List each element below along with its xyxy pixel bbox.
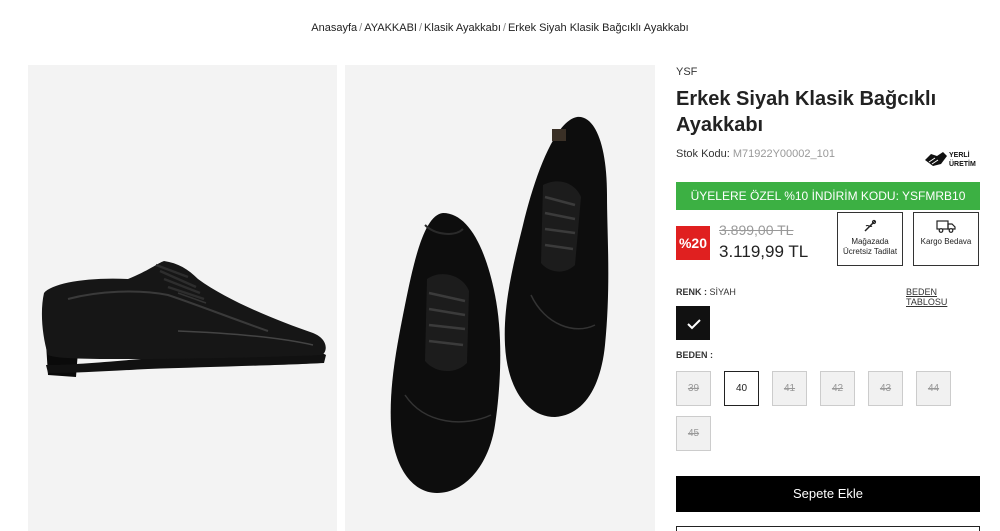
- checkmark-icon: [687, 319, 701, 330]
- product-title: Erkek Siyah Klasik Bağcıklı Ayakkabı: [676, 88, 937, 136]
- breadcrumb-shoes[interactable]: AYAKKABI: [364, 22, 417, 34]
- size-label: BEDEN :: [676, 350, 714, 360]
- breadcrumb-home[interactable]: Anasayfa: [311, 22, 357, 34]
- free-alteration-box: Mağazada Ücretsiz Tadilat: [837, 212, 903, 266]
- stock-code-row: Stok Kodu: M71922Y00002_101: [676, 148, 835, 160]
- size-table-link[interactable]: BEDEN TABLOSU: [906, 287, 980, 307]
- member-discount-banner: ÜYELERE ÖZEL %10 İNDİRİM KODU: YSFMRB10: [676, 182, 980, 210]
- add-to-cart-button[interactable]: Sepete Ekle: [676, 476, 980, 512]
- handshake-icon: YERLİ ÜRETİM: [925, 151, 976, 168]
- size-option-39[interactable]: 39: [676, 371, 711, 406]
- free-shipping-label: Kargo Bedava: [920, 237, 972, 246]
- color-value: SİYAH: [709, 287, 736, 297]
- local-production-badge: YERLİ ÜRETİM: [923, 146, 979, 170]
- product-brand[interactable]: YSF: [676, 66, 697, 78]
- local-badge-line1: YERLİ: [949, 151, 970, 159]
- free-shipping-box: Kargo Bedava: [913, 212, 979, 266]
- breadcrumb-separator: /: [359, 22, 363, 34]
- shoe-side-image: [41, 261, 326, 377]
- discount-badge: %20: [676, 226, 710, 260]
- size-option-41[interactable]: 41: [772, 371, 807, 406]
- breadcrumb-classic-shoes[interactable]: Klasik Ayakkabı: [424, 22, 501, 34]
- free-alteration-line1: Mağazada: [851, 237, 889, 246]
- free-alteration-line2: Ücretsiz Tadilat: [842, 247, 898, 256]
- breadcrumb-separator: /: [418, 22, 423, 34]
- local-badge-line2: ÜRETİM: [949, 159, 976, 168]
- color-label-title: RENK :: [676, 287, 707, 297]
- breadcrumb-current-product[interactable]: Erkek Siyah Klasik Bağcıklı Ayakkabı: [508, 22, 689, 34]
- size-option-43[interactable]: 43: [868, 371, 903, 406]
- size-option-42[interactable]: 42: [820, 371, 855, 406]
- product-image-side[interactable]: [28, 65, 337, 531]
- size-option-44[interactable]: 44: [916, 371, 951, 406]
- breadcrumb: Anasayfa / AYAKKABI / Klasik Ayakkabı / Erkek …: [0, 22, 1000, 34]
- color-swatch-black[interactable]: [676, 306, 710, 340]
- stock-code-label: Stok Kodu:: [676, 148, 730, 160]
- needle-icon: [864, 219, 877, 232]
- breadcrumb-separator: /: [502, 22, 506, 34]
- shoe-pair-top-image: [390, 116, 609, 493]
- truck-icon: [936, 220, 956, 233]
- stock-code-value: M71922Y00002_101: [732, 148, 835, 160]
- size-option-40[interactable]: 40: [724, 371, 759, 406]
- size-option-45[interactable]: 45: [676, 416, 711, 451]
- old-price: 3.899,00 TL: [719, 222, 794, 238]
- secondary-button[interactable]: [676, 526, 980, 531]
- product-image-top[interactable]: [345, 65, 655, 531]
- color-label: RENK : SİYAH: [676, 287, 736, 297]
- current-price: 3.119,99 TL: [719, 242, 809, 261]
